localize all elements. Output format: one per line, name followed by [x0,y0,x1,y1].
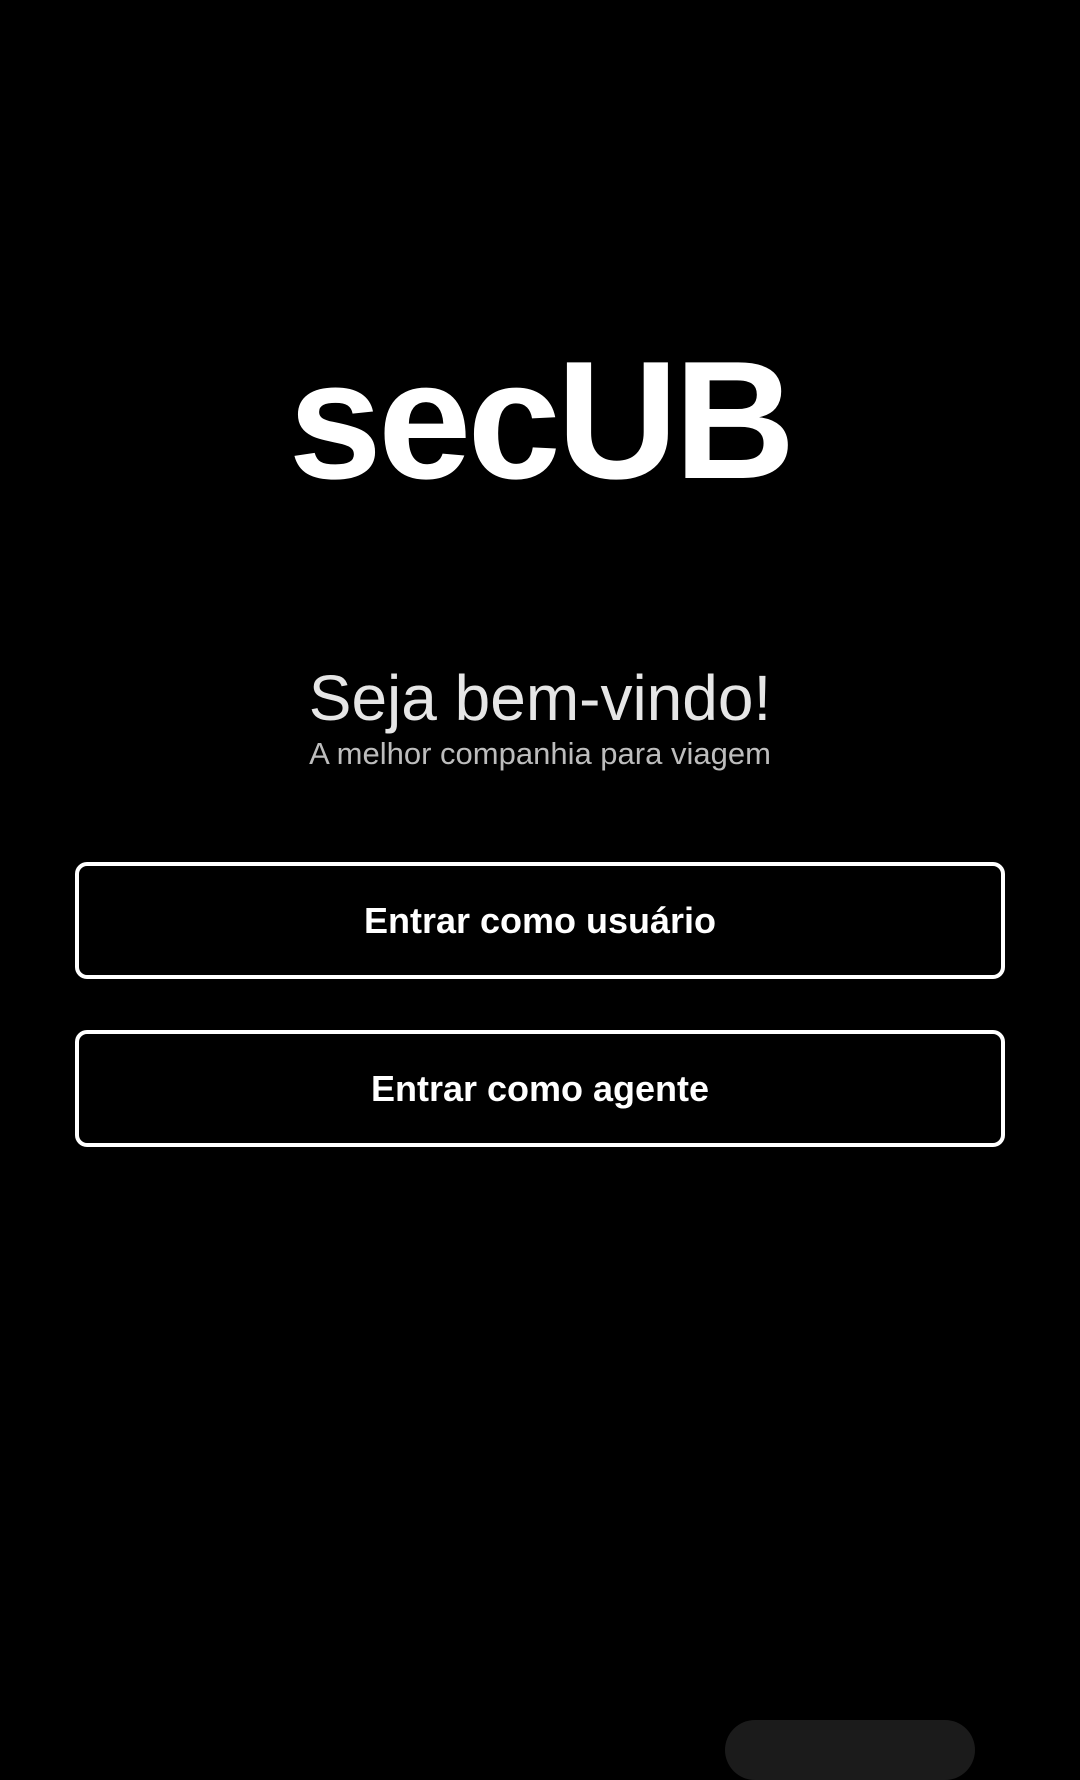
welcome-screen: secUB Seja bem-vindo! A melhor companhia… [0,0,1080,1780]
welcome-title: Seja bem-vindo! [308,662,772,734]
login-as-user-label: Entrar como usuário [363,899,717,941]
login-as-agent-button[interactable]: Entrar como agente [75,1030,1005,1147]
floating-overlay-pill [725,1720,975,1780]
login-as-user-button[interactable]: Entrar como usuário [75,862,1005,979]
login-as-agent-label: Entrar como agente [370,1067,710,1109]
welcome-subtitle: A melhor companhia para viagem [309,736,771,771]
app-logo: secUB [288,326,796,514]
